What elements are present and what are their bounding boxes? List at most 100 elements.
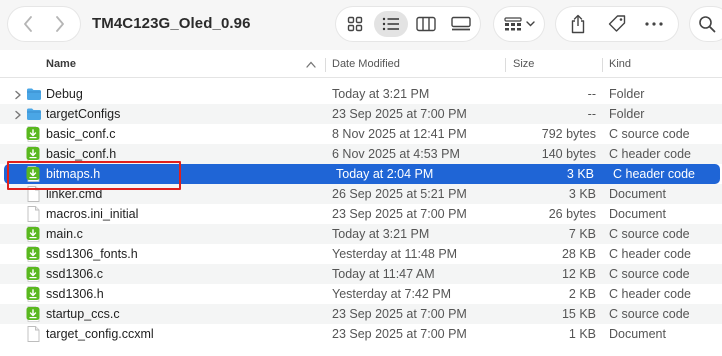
file-kind: C source code	[609, 267, 690, 281]
c-header-file-icon	[26, 246, 40, 262]
file-kind: C header code	[609, 247, 692, 261]
disclosure-triangle-icon[interactable]	[13, 89, 23, 100]
toolbar: TM4C123G_Oled_0.96	[0, 0, 722, 50]
file-list: Debug Today at 3:21 PM -- Folder targetConfi…	[0, 84, 722, 344]
file-size: --	[587, 87, 596, 101]
file-name: startup_ccs.c	[46, 307, 120, 321]
file-name: targetConfigs	[46, 107, 121, 121]
share-button[interactable]	[558, 7, 598, 41]
file-size: 792 bytes	[541, 127, 596, 141]
file-row[interactable]: linker.cmd 26 Sep 2025 at 5:21 PM 3 KB Docu…	[0, 184, 722, 204]
file-date-modified: Today at 3:21 PM	[332, 227, 430, 241]
file-kind: Document	[609, 187, 666, 201]
chevron-down-icon	[525, 21, 535, 27]
more-icon	[645, 22, 663, 26]
file-name: macros.ini_initial	[46, 207, 139, 221]
document-file-icon	[26, 206, 40, 222]
tag-icon	[608, 15, 626, 32]
file-row[interactable]: ssd1306.c Today at 11:47 AM 12 KB C source …	[0, 264, 722, 284]
file-row[interactable]: main.c Today at 3:21 PM 7 KB C source code	[0, 224, 722, 244]
search-button[interactable]	[690, 7, 722, 41]
c-source-file-icon	[26, 226, 40, 242]
file-kind: C header code	[609, 147, 692, 161]
group-button[interactable]	[494, 7, 544, 41]
column-size-header[interactable]: Size	[513, 52, 534, 78]
gallery-view-button[interactable]	[444, 11, 478, 37]
file-kind: C header code	[609, 287, 692, 301]
file-size: 15 KB	[561, 307, 596, 321]
file-row[interactable]: ssd1306.h Yesterday at 7:42 PM 2 KB C heade…	[0, 284, 722, 304]
file-row[interactable]: target_config.ccxml 23 Sep 2025 at 7:00 P…	[0, 324, 722, 344]
file-name: bitmaps.h	[46, 167, 101, 181]
folder-row[interactable]: Debug Today at 3:21 PM -- Folder	[0, 84, 722, 104]
list-view-button[interactable]	[374, 11, 408, 37]
file-kind: Document	[609, 327, 666, 341]
file-name: Debug	[46, 87, 83, 101]
column-name-header[interactable]: Name	[46, 52, 76, 78]
tag-button[interactable]	[597, 7, 637, 41]
navigation-buttons	[8, 7, 80, 41]
icon-view-button[interactable]	[338, 11, 372, 37]
file-size: 7 KB	[568, 227, 596, 241]
sort-ascending-icon	[306, 61, 316, 68]
file-date-modified: 23 Sep 2025 at 7:00 PM	[332, 307, 467, 321]
document-file-icon	[26, 326, 40, 342]
search-icon	[699, 16, 716, 33]
forward-button[interactable]	[42, 7, 78, 41]
file-name: ssd1306.c	[46, 267, 103, 281]
column-separator[interactable]	[325, 58, 326, 72]
column-separator[interactable]	[505, 58, 506, 72]
file-size: 2 KB	[568, 287, 596, 301]
column-date-header[interactable]: Date Modified	[332, 52, 400, 78]
file-row[interactable]: ssd1306_fonts.h Yesterday at 11:48 PM 28 K…	[0, 244, 722, 264]
file-kind: C source code	[609, 227, 690, 241]
file-row[interactable]: basic_conf.c 8 Nov 2025 at 12:41 PM 792 by…	[0, 124, 722, 144]
document-file-icon	[26, 186, 40, 202]
file-size: 28 KB	[561, 247, 596, 261]
file-date-modified: 23 Sep 2025 at 7:00 PM	[332, 207, 467, 221]
column-kind-header[interactable]: Kind	[609, 52, 631, 78]
column-header: Name Date Modified Size Kind	[0, 52, 722, 78]
file-name: main.c	[46, 227, 83, 241]
file-size: 3 KB	[566, 167, 594, 181]
file-size: 140 bytes	[541, 147, 596, 161]
disclosure-triangle-icon[interactable]	[13, 109, 23, 120]
column-separator[interactable]	[602, 58, 603, 72]
file-name: ssd1306_fonts.h	[46, 247, 138, 261]
column-view-button[interactable]	[409, 11, 443, 37]
list-icon	[382, 17, 399, 31]
file-kind: Folder	[609, 107, 645, 121]
file-date-modified: 8 Nov 2025 at 12:41 PM	[332, 127, 467, 141]
file-row[interactable]: startup_ccs.c 23 Sep 2025 at 7:00 PM 15 KB…	[0, 304, 722, 324]
folder-icon	[26, 107, 41, 123]
file-date-modified: 23 Sep 2025 at 7:00 PM	[332, 107, 467, 121]
file-row[interactable]: bitmaps.h Today at 2:04 PM 3 KB C header co…	[4, 164, 720, 184]
file-date-modified: Today at 11:47 AM	[332, 267, 435, 281]
file-name: basic_conf.c	[46, 127, 116, 141]
c-source-file-icon	[26, 266, 40, 282]
c-header-file-icon	[26, 166, 40, 182]
chevron-left-icon	[24, 16, 32, 32]
file-name: target_config.ccxml	[46, 327, 154, 341]
c-header-file-icon	[26, 286, 40, 302]
file-kind: C source code	[609, 307, 690, 321]
more-button[interactable]	[634, 7, 674, 41]
file-row[interactable]: macros.ini_initial 23 Sep 2025 at 7:00 PM…	[0, 204, 722, 224]
file-date-modified: Today at 2:04 PM	[336, 167, 434, 181]
file-row[interactable]: basic_conf.h 6 Nov 2025 at 4:53 PM 140 byt…	[0, 144, 722, 164]
file-date-modified: 6 Nov 2025 at 4:53 PM	[332, 147, 460, 161]
file-date-modified: Yesterday at 11:48 PM	[332, 247, 458, 261]
group-icon	[503, 17, 522, 31]
file-date-modified: Yesterday at 7:42 PM	[332, 287, 452, 301]
file-date-modified: 26 Sep 2025 at 5:21 PM	[332, 187, 467, 201]
folder-icon	[26, 87, 41, 103]
file-name: ssd1306.h	[46, 287, 104, 301]
file-name: basic_conf.h	[46, 147, 117, 161]
grid-icon	[347, 16, 363, 32]
back-button[interactable]	[10, 7, 46, 41]
file-kind: Folder	[609, 87, 645, 101]
columns-icon	[416, 16, 436, 32]
folder-row[interactable]: targetConfigs 23 Sep 2025 at 7:00 PM -- Fol…	[0, 104, 722, 124]
gallery-icon	[451, 16, 471, 31]
c-source-file-icon	[26, 126, 40, 142]
